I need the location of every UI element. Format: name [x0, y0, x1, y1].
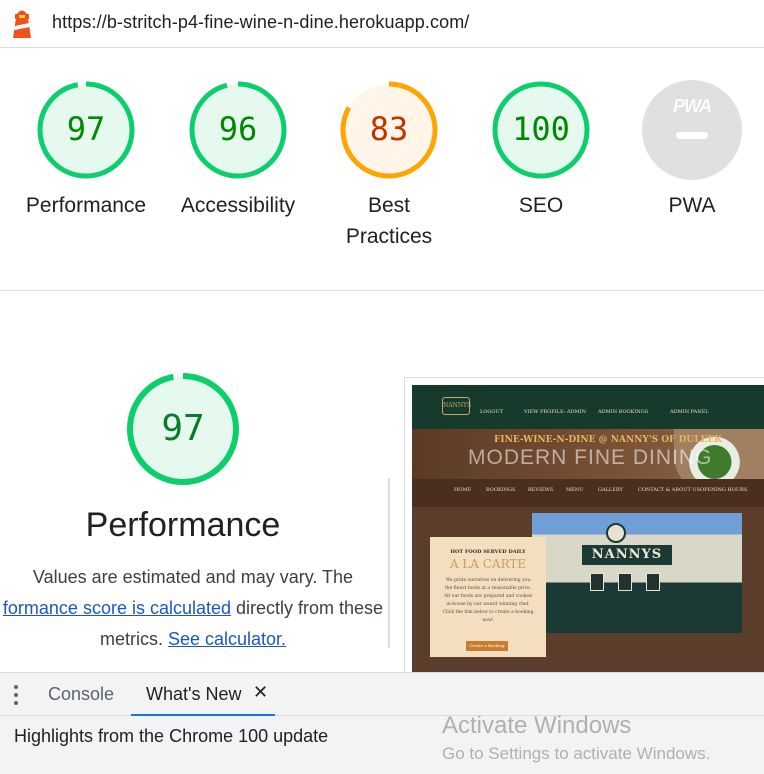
card-title: A LA CARTE: [449, 557, 527, 571]
site-navbar: NANNYS LOGOUT VIEW PROFILE: ADMIN ADMIN …: [412, 385, 764, 429]
site-menu-item: OPENING HOURS: [700, 487, 748, 493]
tab-whats-new[interactable]: What's New: [146, 684, 241, 705]
restaurant-sign: NANNYS: [582, 545, 672, 565]
see-calculator-link[interactable]: See calculator.: [168, 629, 286, 649]
more-options-icon[interactable]: [10, 685, 22, 707]
pwa-dash-icon: [676, 132, 708, 139]
performance-desc-text: metrics.: [99, 629, 168, 649]
site-menu-item: HOME: [454, 487, 472, 493]
site-logo: NANNYS: [442, 397, 471, 415]
vertical-divider: [388, 478, 390, 648]
site-menu-item: REVIEWS: [528, 487, 554, 493]
report-url-bar: https://b-stritch-p4-fine-wine-n-dine.he…: [0, 0, 764, 48]
create-booking-button: Create a Booking: [466, 641, 508, 651]
gauge-label-line: Practices: [345, 225, 433, 248]
site-hero-subtitle: FINE-WINE-N-DINE @ NANNY'S OF DULEEK: [494, 435, 723, 445]
report-url[interactable]: https://b-stritch-p4-fine-wine-n-dine.he…: [52, 12, 469, 33]
gauge-label: Accessibility: [180, 194, 296, 217]
close-tab-icon[interactable]: ✕: [253, 682, 268, 703]
site-menubar: HOME BOOKINGS REVIEWS MENU GALLERY CONTA…: [412, 479, 764, 507]
devtools-drawer-tabbar: Console What's New ✕: [0, 672, 764, 717]
gauge-pwa[interactable]: PWA PWA: [622, 80, 762, 221]
performance-desc-text: directly from these: [231, 598, 384, 618]
restaurant-photo: [532, 513, 742, 633]
site-menu-item: MENU: [566, 487, 584, 493]
activate-windows-title: Activate Windows: [442, 712, 632, 739]
window-shape: [646, 573, 660, 591]
performance-score: 97: [161, 408, 205, 449]
card-eyebrow: HOT FOOD SERVED DAILY: [450, 549, 526, 555]
final-screenshot[interactable]: NANNYS LOGOUT VIEW PROFILE: ADMIN ADMIN …: [412, 385, 764, 672]
gauge-score: 83: [369, 110, 409, 148]
gauge-label: PWA: [668, 194, 716, 217]
section-divider: [0, 290, 764, 291]
site-nav-item: ADMIN BOOKINGS: [598, 409, 649, 415]
clock-icon: [606, 523, 626, 543]
gauge-label-line: Best: [367, 194, 411, 217]
performance-title: Performance: [85, 506, 281, 544]
gauge-label: Performance: [25, 194, 147, 217]
pwa-badge-icon: [642, 80, 742, 180]
site-nav-item: ADMIN PANEL: [670, 409, 709, 415]
performance-description: Values are estimated and may vary. The f…: [0, 562, 396, 655]
gauge-score: 96: [218, 110, 258, 148]
gauge-seo[interactable]: 100 SEO: [471, 80, 611, 221]
activate-windows-subtitle: Go to Settings to activate Windows.: [442, 744, 711, 763]
score-calculated-link[interactable]: formance score is calculated: [3, 598, 231, 618]
gauge-accessibility[interactable]: 96 Accessibility: [168, 80, 308, 221]
site-hero-title: MODERN FINE DINING: [468, 446, 713, 469]
site-menu-item: GALLERY: [598, 487, 623, 493]
performance-desc-text: Values are estimated and may vary. The: [32, 567, 354, 587]
site-hero: FINE-WINE-N-DINE @ NANNY'S OF DULEEK MOD…: [412, 429, 764, 499]
site-nav-item: VIEW PROFILE: ADMIN: [524, 409, 586, 415]
site-menu-item: CONTACT & ABOUT US: [638, 487, 701, 493]
gauge-performance[interactable]: 97 Performance: [16, 80, 156, 221]
gauge-label: SEO: [518, 194, 564, 217]
window-shape: [590, 573, 604, 591]
lighthouse-icon: [13, 10, 31, 38]
devtools-lighthouse-report: https://b-stritch-p4-fine-wine-n-dine.he…: [0, 0, 764, 774]
gauge-score: 97: [66, 110, 106, 148]
window-shape: [618, 573, 632, 591]
gauge-label: Best Practices: [319, 190, 459, 252]
card-body: We pride ourselves on delivering you the…: [442, 578, 534, 623]
whats-new-heading: Highlights from the Chrome 100 update: [14, 726, 329, 746]
a-la-carte-card: HOT FOOD SERVED DAILY A LA CARTE We prid…: [430, 537, 546, 657]
tab-console[interactable]: Console: [48, 684, 114, 705]
site-nav-item: LOGOUT: [480, 409, 504, 415]
gauge-score: 100: [512, 110, 570, 148]
pwa-badge-text: PWA: [672, 96, 712, 116]
site-menu-item: BOOKINGS: [486, 487, 516, 493]
gauge-best-practices[interactable]: 83 Best Practices: [319, 80, 459, 252]
